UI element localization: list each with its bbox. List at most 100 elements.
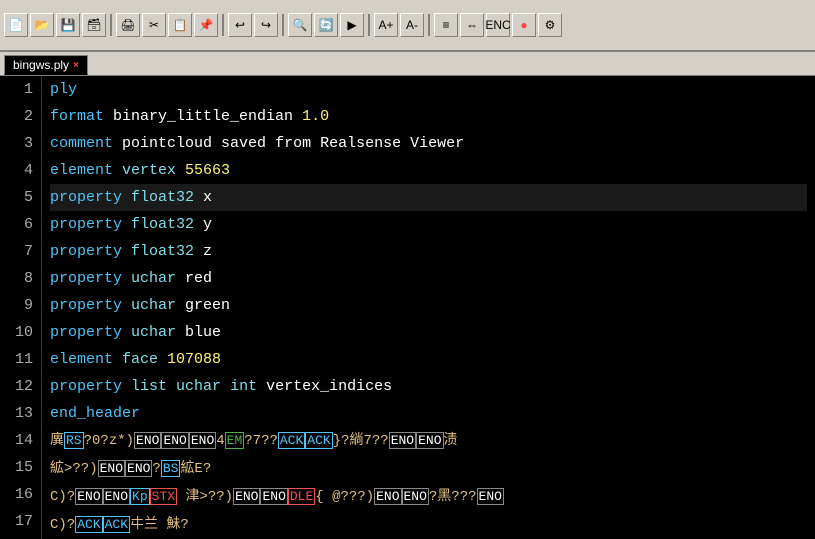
- hex-button[interactable]: ●: [512, 13, 536, 37]
- editor[interactable]: 1 2 3 4 5 6 7 8 9 10 11 12 13 14 15 16 1…: [0, 76, 815, 539]
- bin14-eno2: ENO: [161, 432, 188, 449]
- bin16-stx: STX: [150, 488, 177, 505]
- val-list: list: [131, 378, 176, 395]
- col-button[interactable]: ≡: [434, 13, 458, 37]
- kw-property-8: property: [50, 270, 122, 287]
- save-button[interactable]: 💾: [56, 13, 80, 37]
- open-button[interactable]: 📂: [30, 13, 54, 37]
- bin15-t3: 絋E?: [180, 461, 211, 477]
- bin17-t2: 㐄兰 鮇?: [130, 517, 189, 533]
- line-num-11: 11: [8, 346, 33, 373]
- bin15-bs: BS: [161, 460, 181, 477]
- line-num-16: 16: [8, 481, 33, 508]
- code-line-8: property uchar red: [50, 265, 807, 292]
- line-num-17: 17: [8, 508, 33, 535]
- kw-element-2: element: [50, 351, 113, 368]
- bin16-kp: Kp: [130, 488, 150, 505]
- val-uchar-green: uchar: [131, 297, 185, 314]
- bin14-ack2: ACK: [305, 432, 332, 449]
- bin14-eno4: ENO: [389, 432, 416, 449]
- code-line-16: C)?ENOENOKpSTX 津>??)ENOENODLE{ @???)ENOE…: [50, 483, 807, 511]
- bin16-t2: 津>??): [177, 489, 233, 505]
- val-float32-z: float32: [131, 243, 203, 260]
- separator-3: [282, 14, 284, 36]
- bin17-t1: C)?: [50, 517, 75, 533]
- bin14-t6: 渍: [444, 433, 458, 449]
- bin16-eno4: ENO: [260, 488, 287, 505]
- bin14-ack1: ACK: [278, 432, 305, 449]
- wrap-button[interactable]: ⇔: [460, 13, 484, 37]
- bin14-eno1: ENO: [134, 432, 161, 449]
- find-next-button[interactable]: ▶: [340, 13, 364, 37]
- bin16-eno7: ENO: [477, 488, 504, 505]
- bin16-eno6: ENO: [402, 488, 429, 505]
- kw-property-9: property: [50, 297, 122, 314]
- line-num-8: 8: [8, 265, 33, 292]
- line-num-5: 5: [8, 184, 33, 211]
- paste-button[interactable]: 📌: [194, 13, 218, 37]
- bin14-t5: }?緔7??: [333, 433, 389, 449]
- val-binary: binary_little_endian: [113, 108, 302, 125]
- bin14-em: EM: [225, 432, 245, 449]
- code-line-14: 廙RS?0?z*)ENOENOENO4EM?7??ACKACK}?緔7??ENO…: [50, 427, 807, 455]
- val-uchar-red: uchar: [131, 270, 185, 287]
- save-all-button[interactable]: 🗃: [82, 13, 106, 37]
- find-button[interactable]: 🔍: [288, 13, 312, 37]
- redo-button[interactable]: ↪: [254, 13, 278, 37]
- copy-button[interactable]: 📋: [168, 13, 192, 37]
- bin14-eno5: ENO: [416, 432, 443, 449]
- encoding-button[interactable]: ENC: [486, 13, 510, 37]
- val-version: 1.0: [302, 108, 329, 125]
- bin17-ack1: ACK: [75, 516, 102, 533]
- val-green: green: [185, 297, 230, 314]
- separator-5: [428, 14, 430, 36]
- tabbar: bingws.ply ×: [0, 52, 815, 76]
- new-button[interactable]: 📄: [4, 13, 28, 37]
- bin16-eno3: ENO: [233, 488, 260, 505]
- code-line-10: property uchar blue: [50, 319, 807, 346]
- code-line-6: property float32 y: [50, 211, 807, 238]
- bin16-eno1: ENO: [75, 488, 102, 505]
- kw-format: format: [50, 108, 104, 125]
- code-line-3: comment pointcloud saved from Realsense …: [50, 130, 807, 157]
- val-vertex-indices: vertex_indices: [266, 378, 392, 395]
- val-float32-x: float32: [131, 189, 203, 206]
- val-uchar-12: uchar: [176, 378, 230, 395]
- code-line-17: C)?ACKACK㐄兰 鮇?: [50, 511, 807, 539]
- separator-4: [368, 14, 370, 36]
- kw-from: from: [275, 135, 311, 152]
- cut-button[interactable]: ✂: [142, 13, 166, 37]
- bin14-text1: 廙: [50, 433, 64, 449]
- val-comment-text: pointcloud saved: [122, 135, 275, 152]
- tab-close-button[interactable]: ×: [73, 60, 79, 71]
- line-numbers: 1 2 3 4 5 6 7 8 9 10 11 12 13 14 15 16 1…: [0, 76, 42, 539]
- line-num-14: 14: [8, 427, 33, 454]
- val-int-12: int: [230, 378, 257, 395]
- replace-button[interactable]: 🔄: [314, 13, 338, 37]
- line-num-7: 7: [8, 238, 33, 265]
- line-num-1: 1: [8, 76, 33, 103]
- bin15-t1: 絋>??): [50, 461, 98, 477]
- print-button[interactable]: 🖨: [116, 13, 140, 37]
- bin15-t2: ?: [152, 461, 160, 477]
- zoom-in-button[interactable]: A+: [374, 13, 398, 37]
- line-num-3: 3: [8, 130, 33, 157]
- line-num-6: 6: [8, 211, 33, 238]
- undo-button[interactable]: ↩: [228, 13, 252, 37]
- bin14-t4: ?7??: [244, 433, 278, 449]
- line-num-9: 9: [8, 292, 33, 319]
- bin14-eno3: ENO: [189, 432, 216, 449]
- line-num-2: 2: [8, 103, 33, 130]
- line-num-4: 4: [8, 157, 33, 184]
- kw-property-7: property: [50, 243, 122, 260]
- file-tab[interactable]: bingws.ply ×: [4, 55, 88, 75]
- toolbar: 📄 📂 💾 🗃 🖨 ✂ 📋 📌 ↩ ↪ 🔍 🔄 ▶ A+ A- ≡ ⇔ ENC …: [0, 0, 815, 52]
- bin16-t1: C)?: [50, 489, 75, 505]
- settings-button[interactable]: ⚙: [538, 13, 562, 37]
- bin16-eno2: ENO: [103, 488, 130, 505]
- zoom-out-button[interactable]: A-: [400, 13, 424, 37]
- val-x: x: [203, 189, 212, 206]
- line-num-15: 15: [8, 454, 33, 481]
- code-line-4: element vertex 55663: [50, 157, 807, 184]
- val-float32-y: float32: [131, 216, 203, 233]
